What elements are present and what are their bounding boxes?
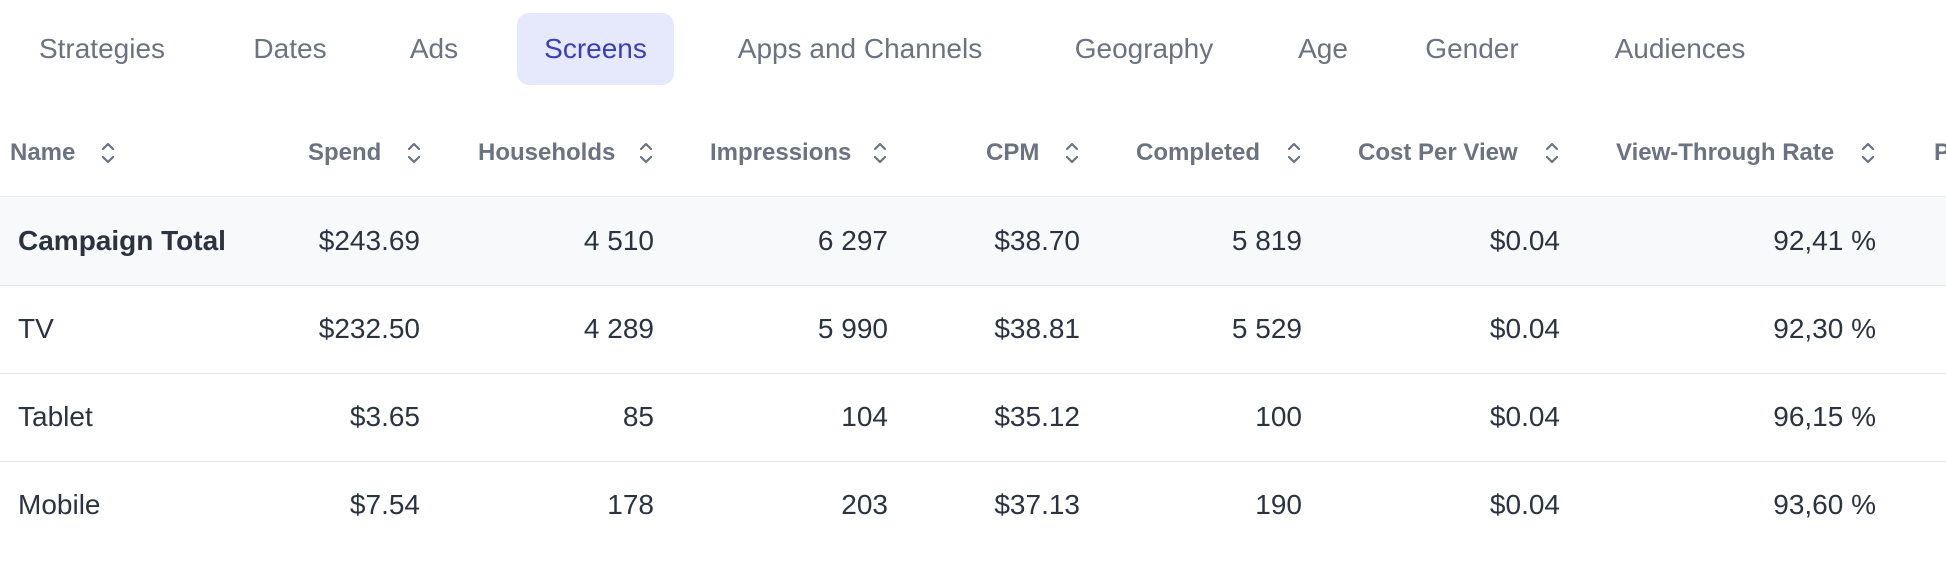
tab-ads[interactable]: Ads	[394, 13, 474, 85]
cell-view-through-rate: 92,41 %	[1773, 225, 1876, 256]
column-header-impressions[interactable]: Impressions	[710, 110, 851, 196]
column-header-spend[interactable]: Spend	[308, 110, 381, 196]
cell-view-through-rate: 93,60 %	[1773, 489, 1876, 520]
cell-cost-per-view: $0.04	[1489, 313, 1560, 344]
table-header: Name Spend Households Impressions CPM Co…	[0, 110, 1946, 197]
cell-spend: $232.50	[318, 313, 420, 344]
column-header-view-through-rate[interactable]: View-Through Rate	[1616, 110, 1834, 196]
report-tabs: Strategies Dates Ads Screens Apps and Ch…	[0, 13, 1946, 85]
cell-view-through-rate: 96,15 %	[1773, 401, 1876, 432]
cell-cost-per-view: $0.04	[1489, 489, 1560, 520]
cell-cpm: $37.13	[994, 489, 1080, 520]
cell-spend: $243.69	[318, 225, 420, 256]
tab-gender[interactable]: Gender	[1404, 13, 1540, 85]
cell-completed: 100	[1255, 401, 1302, 432]
tab-age[interactable]: Age	[1284, 13, 1362, 85]
tab-screens[interactable]: Screens	[517, 13, 674, 85]
cell-cpm: $38.70	[994, 225, 1080, 256]
column-header-name[interactable]: Name	[10, 110, 75, 196]
cell-impressions: 203	[841, 489, 888, 520]
cell-completed: 190	[1255, 489, 1302, 520]
cell-impressions: 6 297	[817, 225, 888, 256]
cell-cost-per-view: $0.04	[1489, 225, 1560, 256]
sort-updown-icon[interactable]	[406, 140, 422, 166]
column-header-households[interactable]: Households	[478, 110, 615, 196]
tab-geography[interactable]: Geography	[1048, 13, 1240, 85]
table-row[interactable]: TV $232.50 4 289 5 990 $38.81 5 529 $0.0…	[0, 285, 1946, 374]
cell-spend: $7.54	[349, 489, 420, 520]
tab-dates[interactable]: Dates	[230, 13, 350, 85]
column-header-cost-per-view[interactable]: Cost Per View	[1358, 110, 1518, 196]
sort-updown-icon[interactable]	[1860, 140, 1876, 166]
cell-completed: 5 529	[1231, 313, 1302, 344]
column-header-completed[interactable]: Completed	[1136, 110, 1260, 196]
tab-audiences[interactable]: Audiences	[1582, 13, 1778, 85]
column-header-clipped[interactable]: P	[1934, 110, 1946, 196]
tab-apps-and-channels[interactable]: Apps and Channels	[716, 13, 1004, 85]
cell-spend: $3.65	[349, 401, 420, 432]
cell-completed: 5 819	[1231, 225, 1302, 256]
table-row-campaign-total: Campaign Total $243.69 4 510 6 297 $38.7…	[0, 197, 1946, 286]
sort-updown-icon[interactable]	[1064, 140, 1080, 166]
column-header-cpm[interactable]: CPM	[986, 110, 1039, 196]
row-name: TV	[18, 313, 54, 344]
table-row[interactable]: Mobile $7.54 178 203 $37.13 190 $0.04 93…	[0, 461, 1946, 549]
cell-cpm: $38.81	[994, 313, 1080, 344]
cell-households: 85	[622, 401, 654, 432]
sort-updown-icon[interactable]	[872, 140, 888, 166]
row-name: Mobile	[18, 489, 101, 520]
row-name: Campaign Total	[18, 225, 226, 256]
sort-updown-icon[interactable]	[1544, 140, 1560, 166]
table-row[interactable]: Tablet $3.65 85 104 $35.12 100 $0.04 96,…	[0, 373, 1946, 462]
sort-updown-icon[interactable]	[1286, 140, 1302, 166]
row-name: Tablet	[18, 401, 93, 432]
sort-updown-icon[interactable]	[100, 140, 116, 166]
cell-households: 178	[607, 489, 654, 520]
cell-impressions: 5 990	[817, 313, 888, 344]
cell-cost-per-view: $0.04	[1489, 401, 1560, 432]
tab-strategies[interactable]: Strategies	[18, 13, 186, 85]
sort-updown-icon[interactable]	[638, 140, 654, 166]
cell-view-through-rate: 92,30 %	[1773, 313, 1876, 344]
cell-impressions: 104	[841, 401, 888, 432]
cell-households: 4 289	[583, 313, 654, 344]
cell-cpm: $35.12	[994, 401, 1080, 432]
cell-households: 4 510	[583, 225, 654, 256]
